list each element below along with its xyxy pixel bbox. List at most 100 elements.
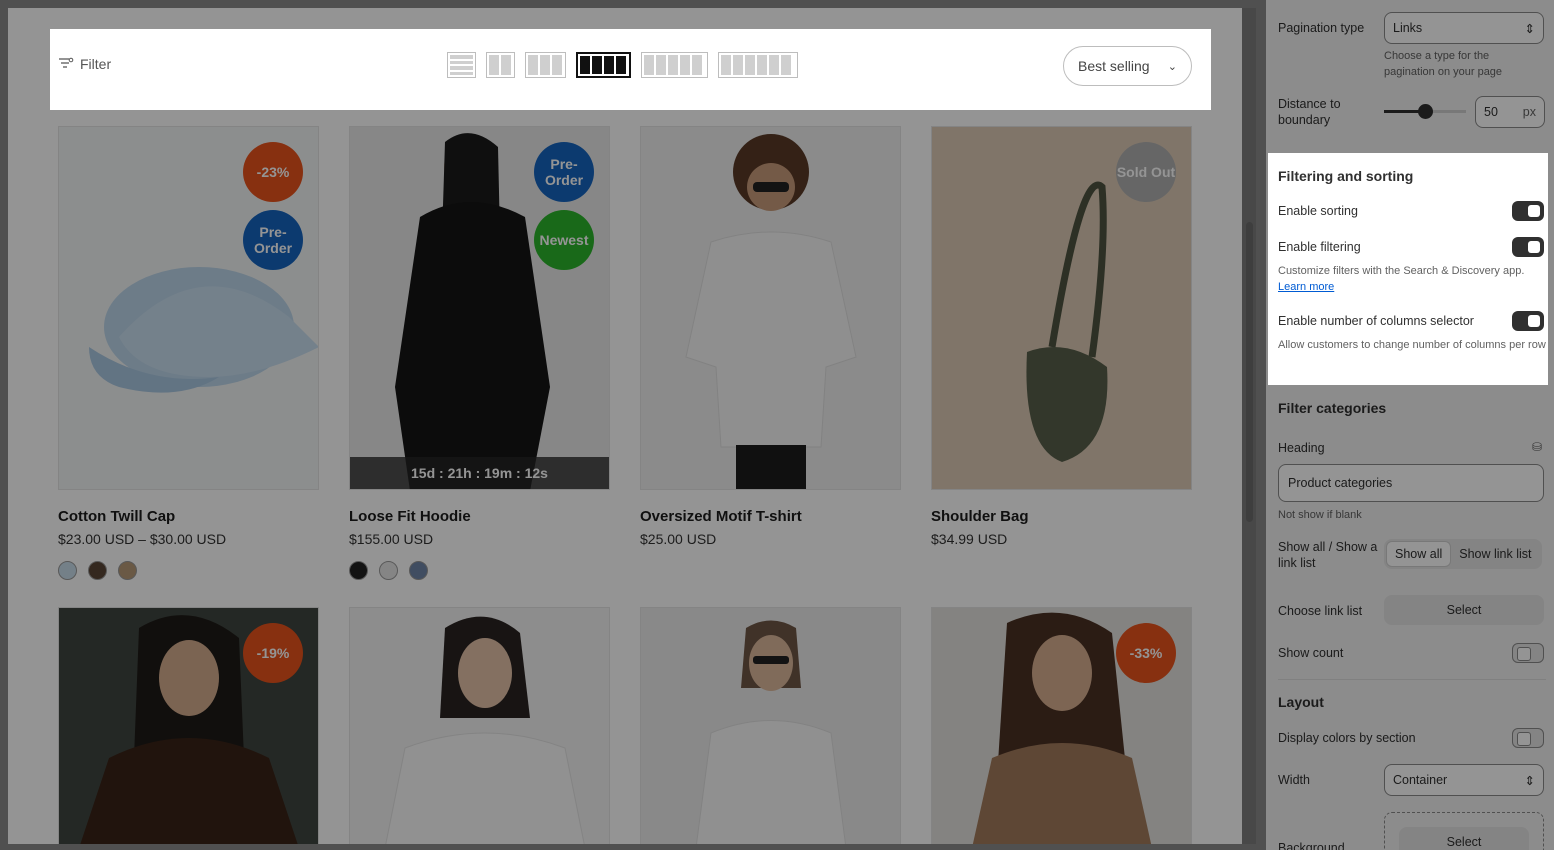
- product-card[interactable]: -19%: [58, 607, 319, 844]
- enable-sorting-toggle[interactable]: [1512, 201, 1544, 221]
- product-title[interactable]: Loose Fit Hoodie: [349, 508, 610, 525]
- swatch-black[interactable]: [349, 561, 368, 580]
- divider: [1278, 679, 1546, 680]
- filter-button[interactable]: Filter: [58, 56, 111, 72]
- swatch-brown[interactable]: [88, 561, 107, 580]
- swatch-blue[interactable]: [409, 561, 428, 580]
- width-select[interactable]: Container ⇕: [1384, 764, 1544, 796]
- show-count-toggle[interactable]: [1512, 643, 1544, 663]
- product-price: $23.00 USD – $30.00 USD: [58, 531, 227, 547]
- product-price: $155.00 USD: [349, 531, 434, 547]
- model-illustration: [385, 616, 585, 844]
- tshirt-model-illustration: [685, 134, 857, 489]
- sold-out-badge: Sold Out: [1116, 142, 1176, 202]
- distance-value: 50: [1484, 105, 1498, 119]
- preview-scrollbar[interactable]: [1246, 222, 1253, 522]
- show-all-label: Show all / Show a link list: [1278, 540, 1378, 570]
- display-colors-toggle[interactable]: [1512, 728, 1544, 748]
- pagination-help: Choose a type for the pagination on your…: [1384, 50, 1503, 78]
- sort-select[interactable]: Best selling ⌄: [1063, 46, 1192, 86]
- distance-slider-thumb[interactable]: [1418, 104, 1433, 119]
- filter-label: Filter: [80, 56, 112, 72]
- show-count-label: Show count: [1278, 646, 1344, 660]
- column-selector: [447, 52, 798, 78]
- discount-badge: -19%: [243, 623, 303, 683]
- pagination-type-value: Links: [1393, 21, 1423, 35]
- model-illustration: [696, 620, 846, 844]
- six-column-option[interactable]: [718, 52, 798, 78]
- discount-badge: -33%: [1116, 623, 1176, 683]
- swatch-tan[interactable]: [118, 561, 137, 580]
- settings-sidebar: Pagination type Links ⇕ Choose a type fo…: [1266, 0, 1554, 850]
- width-value: Container: [1393, 773, 1448, 787]
- product-card[interactable]: Pre-Order Newest 15d : 21h : 19m : 12s L…: [349, 126, 610, 580]
- show-link-list-option[interactable]: Show link list: [1451, 541, 1539, 567]
- product-price: $34.99 USD: [931, 531, 1008, 547]
- distance-unit: px: [1522, 105, 1536, 119]
- filtering-sorting-heading: Filtering and sorting: [1278, 168, 1414, 184]
- five-column-option[interactable]: [641, 52, 708, 78]
- database-icon[interactable]: ⛁: [1532, 440, 1542, 454]
- product-image[interactable]: [349, 607, 610, 844]
- product-title[interactable]: Oversized Motif T-shirt: [640, 508, 901, 525]
- enable-filtering-label: Enable filtering: [1278, 240, 1361, 254]
- distance-input[interactable]: 50 px: [1475, 96, 1545, 128]
- background-select-button[interactable]: Select: [1399, 827, 1529, 850]
- product-card[interactable]: [640, 607, 901, 844]
- pagination-type-select[interactable]: Links ⇕: [1384, 12, 1544, 44]
- countdown-timer: 15d : 21h : 19m : 12s: [350, 457, 609, 489]
- sort-label: Best selling: [1078, 58, 1150, 74]
- newest-badge: Newest: [534, 210, 594, 270]
- filter-icon: [59, 57, 74, 68]
- layout-heading: Layout: [1278, 694, 1324, 710]
- swatch-white[interactable]: [379, 561, 398, 580]
- filtering-help: Customize filters with the Search & Disc…: [1278, 263, 1546, 295]
- background-select-label: Select: [1446, 835, 1482, 849]
- product-image[interactable]: Pre-Order Newest 15d : 21h : 19m : 12s: [349, 126, 610, 490]
- preorder-badge: Pre-Order: [534, 142, 594, 202]
- enable-filtering-toggle[interactable]: [1512, 237, 1544, 257]
- swatch-light-blue[interactable]: [58, 561, 77, 580]
- background-picker: Select: [1384, 812, 1544, 850]
- chevron-down-icon: ⌄: [1167, 60, 1177, 73]
- enable-columns-toggle[interactable]: [1512, 311, 1544, 331]
- list-view-option[interactable]: [447, 52, 476, 78]
- product-card[interactable]: -23% Pre-Order Cotton Twill Cap $23.00 U…: [58, 126, 319, 580]
- enable-sorting-label: Enable sorting: [1278, 204, 1358, 218]
- three-column-option[interactable]: [525, 52, 566, 78]
- distance-slider-track[interactable]: [1384, 104, 1466, 119]
- product-card[interactable]: Sold Out Shoulder Bag $34.99 USD: [931, 126, 1192, 547]
- preorder-badge: Pre-Order: [243, 210, 303, 270]
- columns-help: Allow customers to change number of colu…: [1278, 339, 1546, 351]
- heading-help: Not show if blank: [1278, 509, 1362, 521]
- product-image[interactable]: Sold Out: [931, 126, 1192, 490]
- product-image[interactable]: [640, 126, 901, 490]
- product-image[interactable]: -19%: [58, 607, 319, 844]
- product-image[interactable]: -33%: [931, 607, 1192, 844]
- product-card[interactable]: Oversized Motif T-shirt $25.00 USD: [640, 126, 901, 547]
- chevron-updown-icon: ⇕: [1524, 773, 1535, 788]
- product-title[interactable]: Cotton Twill Cap: [58, 508, 319, 525]
- show-all-option[interactable]: Show all: [1386, 541, 1452, 567]
- choose-link-select-button[interactable]: Select: [1384, 595, 1544, 625]
- enable-columns-label: Enable number of columns selector: [1278, 314, 1474, 328]
- heading-input[interactable]: Product categories: [1278, 464, 1544, 502]
- product-title[interactable]: Shoulder Bag: [931, 508, 1192, 525]
- product-image[interactable]: [640, 607, 901, 844]
- display-colors-label: Display colors by section: [1278, 731, 1416, 745]
- heading-value: Product categories: [1288, 476, 1393, 490]
- four-column-option[interactable]: [576, 52, 631, 78]
- store-preview: -23% Pre-Order Cotton Twill Cap $23.00 U…: [8, 8, 1242, 844]
- chevron-updown-icon: ⇕: [1524, 21, 1535, 36]
- filtering-help-text: Customize filters with the Search & Disc…: [1278, 265, 1525, 277]
- product-price: $25.00 USD: [640, 531, 717, 547]
- pagination-type-label: Pagination type: [1278, 21, 1365, 35]
- product-card[interactable]: -33%: [931, 607, 1192, 844]
- two-column-option[interactable]: [486, 52, 515, 78]
- learn-more-link[interactable]: Learn more: [1278, 281, 1334, 293]
- discount-badge: -23%: [243, 142, 303, 202]
- product-image[interactable]: -23% Pre-Order: [58, 126, 319, 490]
- filtering-sorting-panel: Filtering and sorting Enable sorting Ena…: [1268, 153, 1548, 385]
- swatch-list: [58, 561, 319, 580]
- product-card[interactable]: [349, 607, 610, 844]
